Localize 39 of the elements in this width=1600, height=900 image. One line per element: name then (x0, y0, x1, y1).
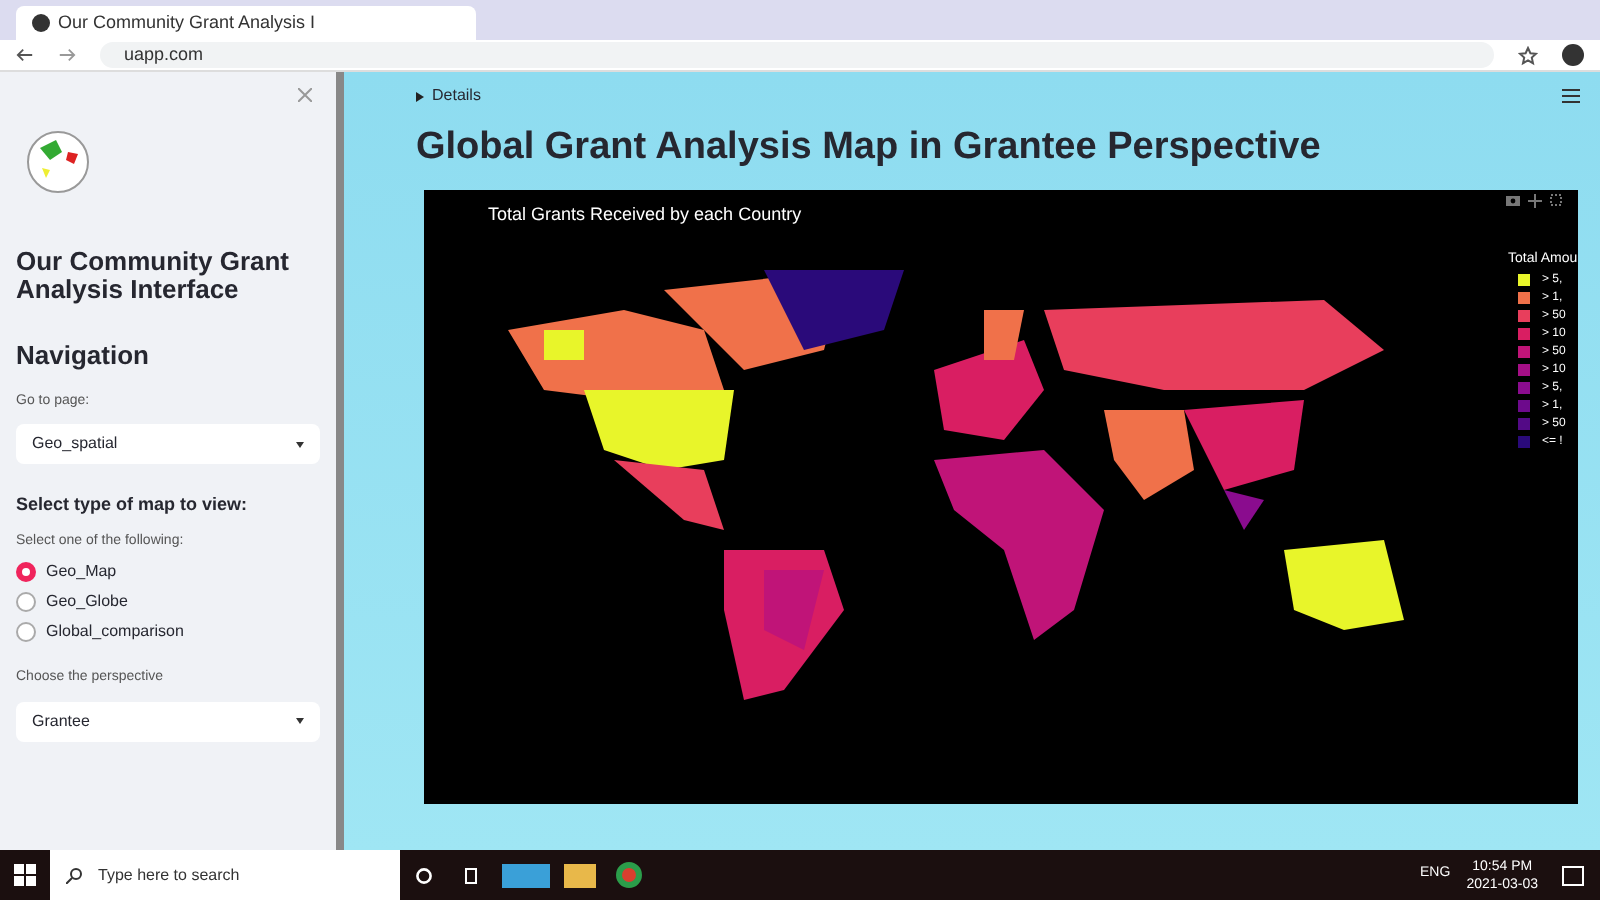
address-bar[interactable]: uapp.com (100, 42, 1494, 68)
tab-title: Our Community Grant Analysis I (58, 9, 316, 36)
chrome-icon[interactable] (616, 862, 642, 888)
pan-icon[interactable] (1528, 193, 1542, 207)
star-icon[interactable] (1518, 45, 1538, 65)
radio-button[interactable] (16, 562, 36, 582)
radio-label[interactable]: Geo_Globe (46, 590, 128, 614)
site-icon (32, 14, 50, 32)
camera-icon[interactable] (1506, 193, 1520, 205)
details-toggle[interactable]: Details (416, 84, 481, 108)
radio-button[interactable] (16, 592, 36, 612)
navigation-heading: Navigation (16, 338, 151, 374)
search-icon (66, 867, 82, 883)
close-icon[interactable] (298, 88, 312, 102)
box-select-icon[interactable] (1550, 193, 1562, 205)
caret-icon (296, 718, 304, 724)
back-icon[interactable] (16, 46, 34, 64)
notification-icon[interactable] (1562, 865, 1584, 885)
section-heading: Select type of map to view: (16, 492, 250, 518)
folder-icon[interactable] (564, 863, 596, 887)
browser-tab[interactable]: Our Community Grant Analysis I (16, 6, 476, 40)
page-select[interactable]: Geo_spatial (16, 424, 320, 464)
profile-avatar[interactable] (1562, 44, 1584, 66)
triangle-icon (416, 91, 424, 101)
taskbar-search-field[interactable]: Type here to search (50, 850, 400, 900)
cortana-icon[interactable] (416, 867, 432, 883)
radio-label[interactable]: Global_comparison (46, 620, 184, 644)
radio-button[interactable] (16, 622, 36, 642)
forward-icon[interactable] (58, 46, 76, 64)
task-view-icon[interactable] (464, 867, 480, 883)
mail-icon[interactable] (502, 863, 550, 887)
radio-label[interactable]: Geo_Map (46, 560, 117, 584)
perspective-select[interactable]: Grantee (16, 701, 320, 741)
page-title: Global Grant Analysis Map in Grantee Perspective (416, 124, 1323, 172)
app-title: Our Community Grant Analysis Interface (16, 248, 292, 304)
menu-icon[interactable] (1562, 88, 1580, 104)
caret-icon (296, 441, 304, 447)
logo-drawing (24, 128, 92, 196)
map-title: Total Grants Received by each Country (488, 201, 802, 228)
